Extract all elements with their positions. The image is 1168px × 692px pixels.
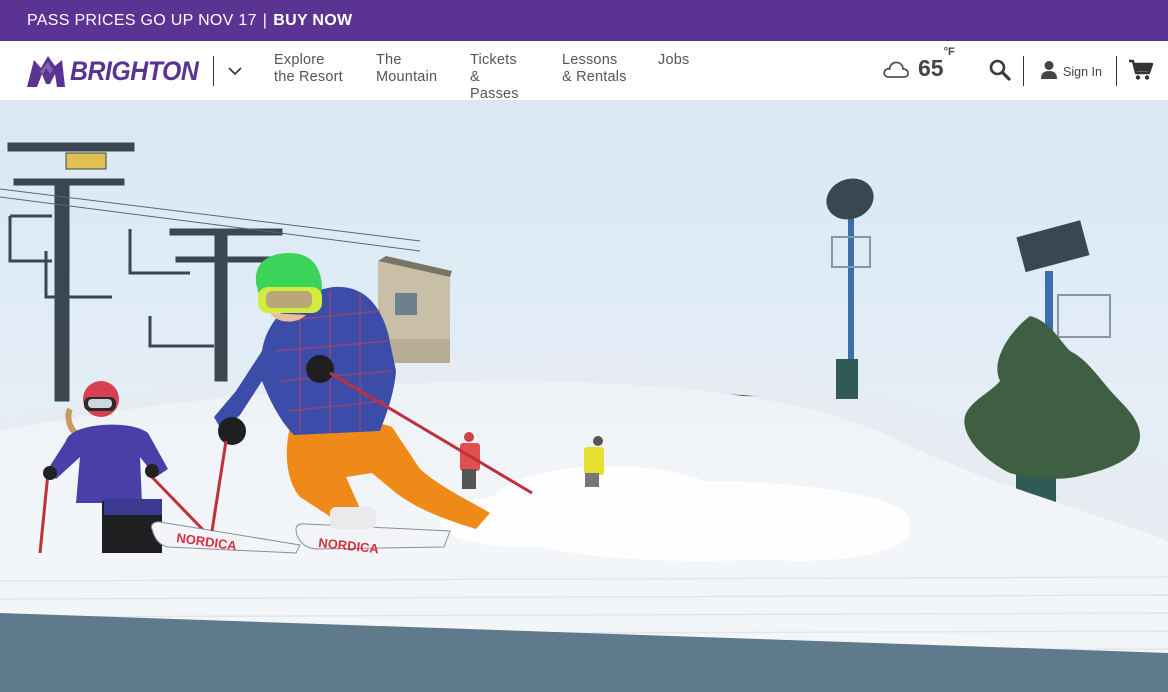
brand-name: BRIGHTON	[70, 55, 199, 86]
nav-explore-resort[interactable]: Explore the Resort	[274, 52, 346, 103]
site-header: BRIGHTON Explore the Resort The Mountain…	[0, 41, 1168, 103]
nav-the-mountain[interactable]: The Mountain	[376, 52, 440, 103]
buy-now-link[interactable]: BUY NOW	[273, 12, 352, 30]
hero-image: NORDICA NORDICA	[0, 101, 1168, 692]
cloud-icon	[883, 61, 909, 78]
main-nav: Explore the Resort The Mountain Tickets …	[274, 52, 719, 103]
nav-tickets-passes[interactable]: Tickets & Passes	[470, 52, 532, 103]
chevron-down-icon[interactable]	[226, 63, 244, 79]
cart-icon[interactable]	[1128, 59, 1154, 86]
divider	[213, 56, 214, 86]
promo-separator: |	[262, 11, 268, 29]
search-icon[interactable]	[988, 58, 1012, 87]
sign-in-label: Sign In	[1063, 65, 1102, 79]
promo-text: PASS PRICES GO UP NOV 17	[27, 11, 257, 29]
user-icon	[1041, 61, 1057, 79]
temperature: 65°F	[918, 46, 955, 81]
brand-logo[interactable]: BRIGHTON	[26, 49, 210, 93]
weather-widget[interactable]: 65°F	[882, 46, 955, 82]
divider	[1116, 56, 1117, 86]
temperature-unit: °F	[943, 46, 955, 58]
sign-in-link[interactable]: Sign In	[1040, 60, 1102, 80]
promo-banner[interactable]: PASS PRICES GO UP NOV 17 | BUY NOW	[0, 0, 1168, 41]
divider	[1023, 56, 1024, 86]
mountain-logo-icon	[27, 56, 65, 87]
nav-jobs[interactable]: Jobs	[658, 52, 689, 103]
nav-lessons-rentals[interactable]: Lessons & Rentals	[562, 52, 628, 103]
